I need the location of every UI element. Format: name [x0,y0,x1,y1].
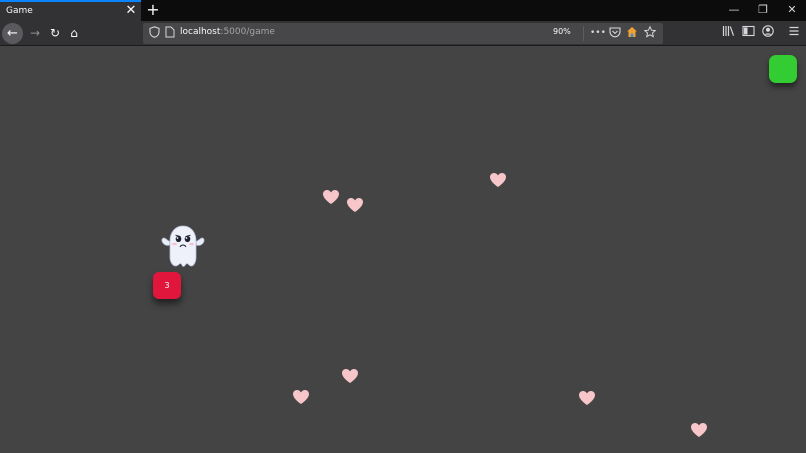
heart-icon[interactable] [690,422,708,438]
home-button[interactable]: ⌂ [64,23,84,43]
counter-badge[interactable]: 3 [153,272,181,299]
url-text[interactable]: localhost:5000/game [180,27,275,37]
forward-button[interactable]: → [25,23,45,43]
heart-icon[interactable] [578,390,596,406]
sidebar-icon[interactable] [740,25,756,41]
heart-icon[interactable] [292,389,310,405]
url-host: localhost [180,27,221,37]
shield-icon[interactable] [147,26,161,40]
heart-icon[interactable] [322,189,340,205]
reload-button[interactable]: ↻ [45,23,65,43]
account-icon[interactable] [760,25,776,41]
library-icon[interactable] [720,25,736,41]
page-actions-button[interactable]: ••• [590,26,606,41]
tab-game[interactable]: Game ✕ [0,0,141,21]
heart-icon[interactable] [489,172,507,188]
heart-icon[interactable] [346,197,364,213]
zoom-level[interactable]: 90% [553,27,571,36]
game-canvas[interactable]: 3 [0,46,806,453]
pocket-icon[interactable] [608,26,622,41]
url-bar[interactable]: localhost:5000/game 90% ••• [143,23,663,44]
close-window-button[interactable]: ✕ [783,2,801,18]
menu-icon[interactable] [786,25,802,41]
url-divider [583,26,584,41]
heart-icon[interactable] [341,368,359,384]
tab-strip: Game ✕ + — ❐ ✕ [0,0,806,21]
minimize-button[interactable]: — [725,2,743,18]
back-button[interactable]: ← [2,23,23,44]
bookmark-star-icon[interactable] [643,25,657,41]
new-tab-button[interactable]: + [145,1,161,19]
tab-title: Game [6,6,33,16]
page-icon[interactable] [165,26,177,40]
url-path: :5000/game [220,27,275,37]
home-extension-icon[interactable] [625,26,639,41]
tab-close-icon[interactable]: ✕ [124,4,138,18]
green-action-button[interactable] [769,55,797,83]
restore-button[interactable]: ❐ [754,2,772,18]
navigation-toolbar: ← → ↻ ⌂ localhost:5000/game 90% ••• [0,21,806,46]
ghost-icon[interactable] [160,224,206,268]
